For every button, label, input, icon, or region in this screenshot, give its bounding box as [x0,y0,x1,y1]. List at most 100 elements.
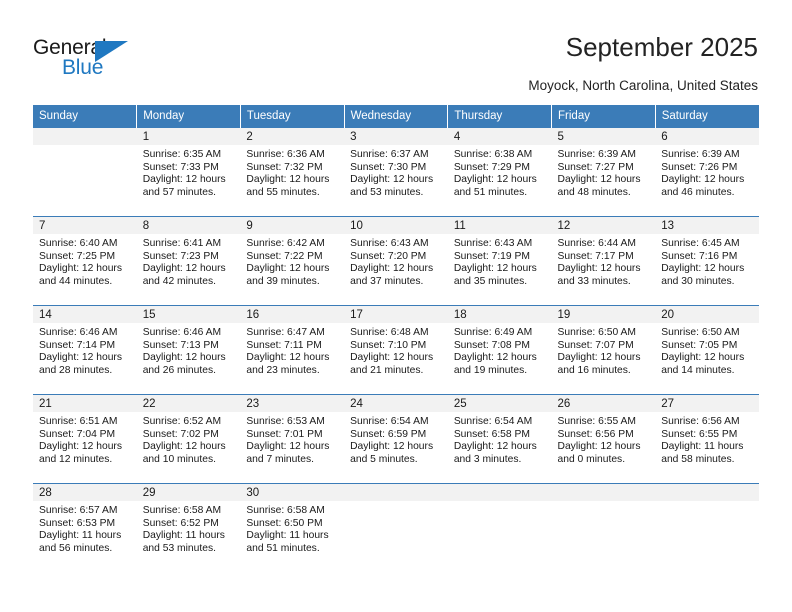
calendar-day-cell[interactable]: 1 Sunrise: 6:35 AM Sunset: 7:33 PM Daylight… [136,127,241,217]
day-details: Sunrise: 6:57 AM Sunset: 6:53 PM Daylight:… [33,501,137,555]
calendar-week-row: 14 Sunrise: 6:46 AM Sunset: 7:14 PM Dayligh… [33,305,759,395]
calendar-day-cell[interactable]: 15 Sunrise: 6:46 AM Sunset: 7:13 PM Dayligh… [136,305,241,395]
day-number [655,484,759,501]
daylight-duration-line1: Daylight: 12 hours [557,352,641,364]
daylight-duration-line2: and 33 minutes. [557,275,631,287]
daylight-duration-line2: and 28 minutes. [39,364,113,376]
daylight-duration-line1: Daylight: 12 hours [557,441,641,453]
calendar-day-cell[interactable]: 7 Sunrise: 6:40 AM Sunset: 7:25 PM Daylight… [33,216,137,306]
daylight-duration-line2: and 57 minutes. [142,186,216,198]
calendar-day-cell[interactable]: 2 Sunrise: 6:36 AM Sunset: 7:32 PM Daylight… [240,127,345,217]
calendar-day-cell[interactable]: 6 Sunrise: 6:39 AM Sunset: 7:26 PM Daylight… [655,127,759,217]
daylight-duration-line1: Daylight: 12 hours [350,174,434,186]
calendar-day-cell[interactable]: 5 Sunrise: 6:39 AM Sunset: 7:27 PM Daylight… [551,127,656,217]
calendar-day-cell-empty [655,483,759,573]
daylight-duration-line2: and 3 minutes. [453,453,522,465]
day-details: Sunrise: 6:37 AM Sunset: 7:30 PM Daylight:… [344,145,448,199]
daylight-duration-line2: and 39 minutes. [246,275,320,287]
day-cell-inner: 20 Sunrise: 6:50 AM Sunset: 7:05 PM Dayligh… [655,306,759,394]
calendar-day-cell[interactable]: 18 Sunrise: 6:49 AM Sunset: 7:08 PM Dayligh… [447,305,552,395]
daylight-duration-line1: Daylight: 12 hours [557,263,641,275]
calendar-day-cell[interactable]: 8 Sunrise: 6:41 AM Sunset: 7:23 PM Daylight… [136,216,241,306]
daylight-duration-line2: and 55 minutes. [246,186,320,198]
daylight-duration-line2: and 42 minutes. [142,275,216,287]
sunrise-time: Sunrise: 6:43 AM [453,238,533,249]
sunset-time: Sunset: 7:05 PM [661,339,738,351]
daylight-duration-line2: and 58 minutes. [661,453,735,465]
calendar-day-cell[interactable]: 4 Sunrise: 6:38 AM Sunset: 7:29 PM Daylight… [447,127,552,217]
daylight-duration-line1: Daylight: 12 hours [453,174,537,186]
daylight-duration-line2: and 51 minutes. [246,542,320,554]
sunrise-time: Sunrise: 6:54 AM [350,416,429,427]
general-blue-logo[interactable]: General Blue [33,36,153,84]
sunset-time: Sunset: 7:08 PM [453,339,530,351]
daylight-duration-line1: Daylight: 12 hours [661,352,745,364]
calendar-day-cell[interactable]: 25 Sunrise: 6:54 AM Sunset: 6:58 PM Dayligh… [447,394,552,484]
sunset-time: Sunset: 7:32 PM [246,161,323,173]
weekday-header-thursday: Thursday [447,105,553,128]
daylight-duration-line2: and 5 minutes. [350,453,418,465]
daylight-duration-line1: Daylight: 12 hours [39,441,122,453]
day-details [344,501,448,505]
calendar-day-cell[interactable]: 11 Sunrise: 6:43 AM Sunset: 7:19 PM Dayligh… [447,216,552,306]
daylight-duration-line1: Daylight: 12 hours [557,174,641,186]
day-details: Sunrise: 6:40 AM Sunset: 7:25 PM Daylight:… [33,234,137,288]
calendar-page: General Blue September 2025 Moyock, Nort… [0,0,792,612]
calendar-day-cell[interactable]: 12 Sunrise: 6:44 AM Sunset: 7:17 PM Dayligh… [551,216,656,306]
day-number: 20 [655,306,759,323]
calendar-day-cell[interactable]: 29 Sunrise: 6:58 AM Sunset: 6:52 PM Dayligh… [136,483,241,573]
day-number: 15 [136,306,241,323]
day-number: 28 [33,484,137,501]
weekday-header-saturday: Saturday [655,105,759,128]
sunrise-time: Sunrise: 6:43 AM [350,238,429,249]
calendar-day-cell[interactable]: 3 Sunrise: 6:37 AM Sunset: 7:30 PM Daylight… [344,127,448,217]
daylight-duration-line2: and 46 minutes. [661,186,735,198]
day-details: Sunrise: 6:45 AM Sunset: 7:16 PM Daylight:… [655,234,759,288]
day-details: Sunrise: 6:48 AM Sunset: 7:10 PM Daylight:… [344,323,448,377]
calendar-day-cell[interactable]: 13 Sunrise: 6:45 AM Sunset: 7:16 PM Dayligh… [655,216,759,306]
sunrise-time: Sunrise: 6:37 AM [350,149,429,160]
calendar-day-cell[interactable]: 30 Sunrise: 6:58 AM Sunset: 6:50 PM Dayligh… [240,483,345,573]
calendar-day-cell[interactable]: 21 Sunrise: 6:51 AM Sunset: 7:04 PM Dayligh… [33,394,137,484]
calendar-day-cell[interactable]: 20 Sunrise: 6:50 AM Sunset: 7:05 PM Dayligh… [655,305,759,395]
sunrise-time: Sunrise: 6:35 AM [142,149,222,160]
day-number: 6 [655,128,759,145]
sunset-time: Sunset: 7:19 PM [453,250,530,262]
day-details [552,501,656,505]
day-details: Sunrise: 6:41 AM Sunset: 7:23 PM Daylight:… [137,234,241,288]
calendar-day-cell[interactable]: 17 Sunrise: 6:48 AM Sunset: 7:10 PM Dayligh… [344,305,448,395]
calendar-day-cell[interactable]: 19 Sunrise: 6:50 AM Sunset: 7:07 PM Dayligh… [551,305,656,395]
sunset-time: Sunset: 7:22 PM [246,250,323,262]
calendar-day-cell[interactable]: 10 Sunrise: 6:43 AM Sunset: 7:20 PM Dayligh… [344,216,448,306]
day-details: Sunrise: 6:50 AM Sunset: 7:07 PM Daylight:… [552,323,656,377]
calendar-day-cell[interactable]: 23 Sunrise: 6:53 AM Sunset: 7:01 PM Dayligh… [240,394,345,484]
day-number: 21 [33,395,137,412]
day-cell-inner: 3 Sunrise: 6:37 AM Sunset: 7:30 PM Daylight… [344,128,448,216]
daylight-duration-line2: and 53 minutes. [350,186,424,198]
calendar-day-cell[interactable]: 24 Sunrise: 6:54 AM Sunset: 6:59 PM Dayligh… [344,394,448,484]
sunrise-time: Sunrise: 6:51 AM [39,416,118,427]
daylight-duration-line1: Daylight: 12 hours [39,352,122,364]
daylight-duration-line1: Daylight: 12 hours [246,174,330,186]
sunset-time: Sunset: 7:07 PM [557,339,634,351]
day-details: Sunrise: 6:52 AM Sunset: 7:02 PM Daylight:… [137,412,241,466]
calendar-day-cell[interactable]: 27 Sunrise: 6:56 AM Sunset: 6:55 PM Dayligh… [655,394,759,484]
calendar-day-cell[interactable]: 26 Sunrise: 6:55 AM Sunset: 6:56 PM Dayligh… [551,394,656,484]
calendar-day-cell[interactable]: 16 Sunrise: 6:47 AM Sunset: 7:11 PM Dayligh… [240,305,345,395]
calendar-day-cell[interactable]: 22 Sunrise: 6:52 AM Sunset: 7:02 PM Dayligh… [136,394,241,484]
day-details: Sunrise: 6:43 AM Sunset: 7:20 PM Daylight:… [344,234,448,288]
calendar-day-cell[interactable]: 14 Sunrise: 6:46 AM Sunset: 7:14 PM Dayligh… [33,305,137,395]
sunrise-time: Sunrise: 6:58 AM [142,505,222,516]
daylight-duration-line1: Daylight: 12 hours [350,352,434,364]
day-number: 23 [240,395,345,412]
sunrise-time: Sunrise: 6:57 AM [39,505,118,516]
calendar-day-cell[interactable]: 9 Sunrise: 6:42 AM Sunset: 7:22 PM Daylight… [240,216,345,306]
day-number: 11 [447,217,552,234]
day-number: 30 [240,484,345,501]
day-cell-inner: 15 Sunrise: 6:46 AM Sunset: 7:13 PM Dayligh… [136,306,241,394]
calendar-day-cell[interactable]: 28 Sunrise: 6:57 AM Sunset: 6:53 PM Dayligh… [33,483,137,573]
sunrise-time: Sunrise: 6:39 AM [661,149,740,160]
daylight-duration-line2: and 30 minutes. [661,275,735,287]
sunset-time: Sunset: 7:16 PM [661,250,738,262]
daylight-duration-line1: Daylight: 11 hours [39,530,122,542]
